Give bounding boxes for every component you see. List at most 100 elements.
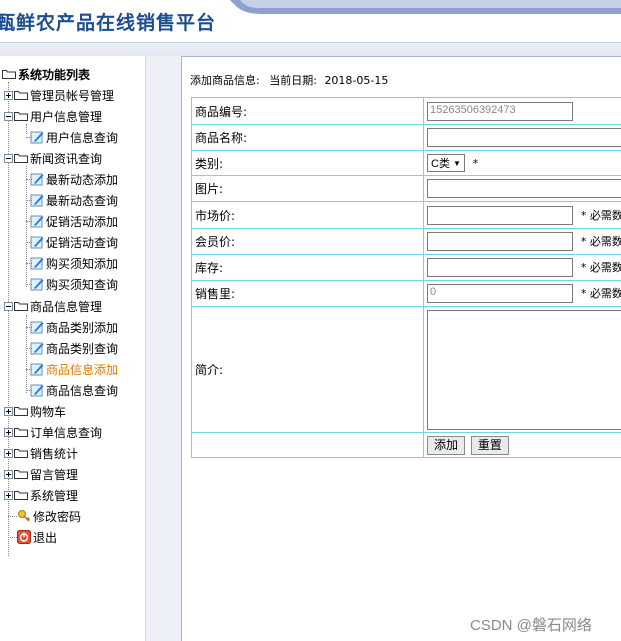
folder-icon (14, 90, 28, 100)
form-row-intro: 简介: (191, 306, 621, 433)
sidebar-item-notice-query[interactable]: 购买须知查询 (30, 275, 118, 293)
expand-icon[interactable] (4, 490, 13, 500)
market-price-input[interactable] (427, 205, 573, 225)
member-price-label: 会员价: (191, 228, 424, 255)
member-price-required: * 必需数 (580, 235, 621, 248)
sales-input[interactable]: 0 (427, 284, 573, 303)
expand-icon[interactable] (4, 427, 13, 437)
sidebar: 系统功能列表 管理员帐号管理 用户信息管理 用户信息查询 新闻资讯查询 最新动态… (0, 56, 145, 641)
form-row-member-price: 会员价: * 必需数 (191, 228, 621, 255)
sidebar-item-category-query[interactable]: 商品类别查询 (30, 339, 118, 357)
category-cell: C类 ▼ * (423, 150, 621, 176)
sidebar-item-user-query[interactable]: 用户信息查询 (30, 128, 118, 146)
form-row-sales: 销售里: 0 * 必需数 (191, 280, 621, 307)
stock-required: * 必需数 (580, 261, 621, 274)
code-label: 商品编号: (191, 97, 424, 125)
tree-line (26, 263, 32, 264)
market-price-required: * 必需数 (580, 208, 621, 222)
name-input[interactable] (427, 128, 621, 147)
watermark: CSDN @磐石网络 (470, 617, 592, 634)
collapse-icon[interactable] (4, 153, 13, 163)
edit-icon (30, 172, 44, 186)
app-title: 甄鲜农产品在线销售平台 (0, 12, 217, 34)
market-price-label: 市场价: (191, 201, 424, 229)
edit-icon (30, 277, 44, 291)
folder-icon (14, 111, 28, 121)
market-price-cell: * 必需数 (423, 201, 621, 229)
tree-line (26, 200, 32, 201)
category-select[interactable]: C类 ▼ (427, 154, 465, 172)
add-button[interactable]: 添加 (427, 435, 466, 455)
edit-icon (30, 193, 44, 207)
sidebar-item-orders[interactable]: 订单信息查询 (4, 423, 102, 441)
tree-line (26, 221, 32, 222)
header-subbar (0, 42, 621, 56)
sidebar-item-cart[interactable]: 购物车 (4, 402, 66, 420)
member-price-input[interactable] (427, 232, 573, 251)
folder-icon (14, 406, 28, 416)
sidebar-item-category-add[interactable]: 商品类别添加 (30, 318, 118, 336)
edit-icon (30, 320, 44, 334)
tree-line (26, 369, 32, 370)
tree-line (26, 348, 32, 349)
category-required: * (472, 157, 479, 170)
sidebar-item-system[interactable]: 系统管理 (4, 486, 78, 504)
edit-icon (30, 256, 44, 270)
tree-line (26, 137, 32, 138)
folder-icon (14, 427, 28, 437)
expand-icon[interactable] (4, 406, 13, 416)
tree-line (26, 284, 32, 285)
sidebar-item-latest-query[interactable]: 最新动态查询 (30, 191, 118, 209)
sidebar-item-messages[interactable]: 留言管理 (4, 465, 78, 483)
expand-icon[interactable] (4, 90, 13, 100)
sidebar-item-news[interactable]: 新闻资讯查询 (4, 149, 102, 167)
sidebar-item-sales-stats[interactable]: 销售统计 (4, 444, 78, 462)
date-label: 当前日期: (269, 74, 317, 87)
sidebar-item-logout[interactable]: 退出 (17, 528, 57, 546)
edit-icon (30, 341, 44, 355)
code-cell: 15263506392473 (423, 97, 621, 125)
sidebar-item-user-management[interactable]: 用户信息管理 (4, 107, 102, 125)
sidebar-item-product-query[interactable]: 商品信息查询 (30, 381, 118, 399)
image-label: 图片: (191, 175, 424, 202)
edit-icon (30, 362, 44, 376)
sales-label: 销售里: (191, 280, 424, 307)
sidebar-item-product-add[interactable]: 商品信息添加 (30, 360, 118, 378)
image-input[interactable] (427, 179, 621, 198)
tree-line (26, 179, 32, 180)
chevron-down-icon: ▼ (452, 158, 461, 168)
name-label: 商品名称: (191, 124, 424, 151)
sidebar-item-notice-add[interactable]: 购买须知添加 (30, 254, 118, 272)
reset-button[interactable]: 重置 (470, 435, 509, 455)
sidebar-item-promo-query[interactable]: 促销活动查询 (30, 233, 118, 251)
folder-icon (2, 69, 16, 79)
form-row-stock: 库存: * 必需数 (191, 254, 621, 281)
category-label: 类别: (191, 150, 424, 176)
sales-cell: 0 * 必需数 (423, 280, 621, 307)
image-cell (423, 175, 621, 202)
sidebar-item-latest-add[interactable]: 最新动态添加 (30, 170, 118, 188)
folder-icon (14, 301, 28, 311)
tree-line (26, 242, 32, 243)
folder-icon (14, 448, 28, 458)
edit-icon (30, 235, 44, 249)
intro-textarea[interactable] (427, 309, 621, 430)
panel-separator (145, 56, 181, 641)
form-row-market-price: 市场价: * 必需数 (191, 201, 621, 229)
sidebar-item-product-management[interactable]: 商品信息管理 (4, 297, 102, 315)
expand-icon[interactable] (4, 469, 13, 479)
sidebar-item-promo-add[interactable]: 促销活动添加 (30, 212, 118, 230)
collapse-icon[interactable] (4, 111, 13, 121)
form-row-category: 类别: C类 ▼ * (191, 150, 621, 176)
member-price-cell: * 必需数 (423, 228, 621, 255)
code-input[interactable]: 15263506392473 (427, 101, 573, 121)
collapse-icon[interactable] (4, 301, 13, 311)
stock-cell: * 必需数 (423, 254, 621, 281)
sidebar-item-change-password[interactable]: 修改密码 (17, 507, 81, 525)
expand-icon[interactable] (4, 448, 13, 458)
sidebar-item-admin-accounts[interactable]: 管理员帐号管理 (4, 86, 114, 104)
intro-label: 简介: (191, 306, 424, 433)
current-date: 2018-05-15 (324, 74, 389, 87)
power-icon (17, 530, 31, 544)
stock-input[interactable] (427, 258, 573, 277)
